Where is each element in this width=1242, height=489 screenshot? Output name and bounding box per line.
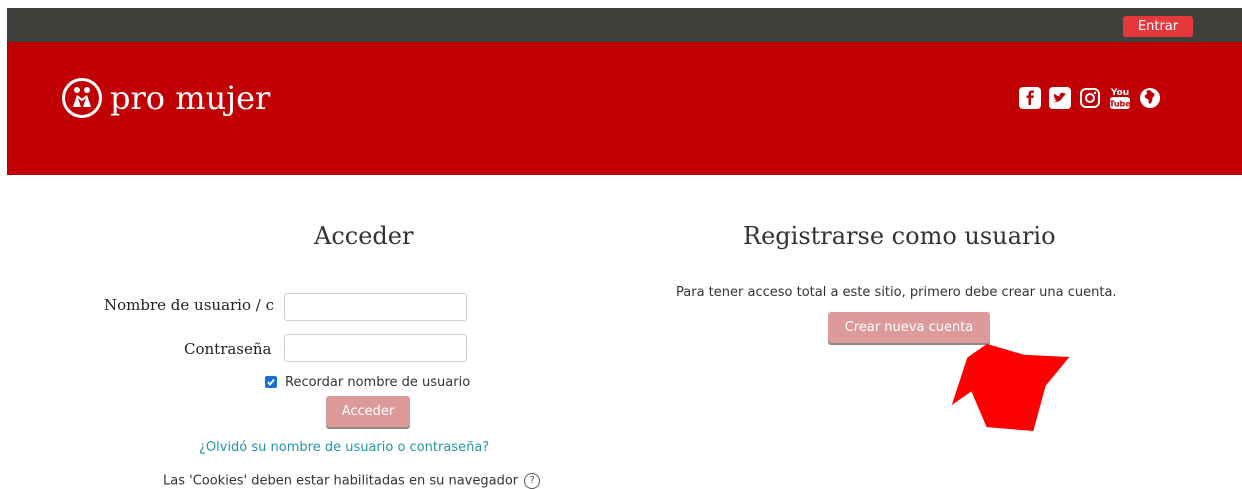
password-label: Contraseña [184,340,272,358]
signup-description: Para tener acceso total a este sitio, pr… [676,285,1117,300]
cookies-note-text: Las 'Cookies' deben estar habilitadas en… [163,473,519,489]
top-navbar [7,8,1242,42]
youtube-icon-text-bottom: Tube [1109,100,1131,109]
remember-username-label[interactable]: Recordar nombre de usuario [285,375,470,390]
forgot-password-link[interactable]: ¿Olvidó su nombre de usuario o contraseñ… [199,440,489,455]
brand-name[interactable]: pro mujer [110,78,270,118]
password-input[interactable] [284,334,467,362]
check-icon [267,378,275,386]
social-links: You Tube [1018,86,1162,110]
page-margin [0,0,7,489]
youtube-icon[interactable]: You Tube [1108,86,1132,110]
globe-icon[interactable] [1138,86,1162,110]
username-input[interactable] [284,293,467,321]
facebook-icon[interactable] [1018,86,1042,110]
annotation-arrow-icon [951,343,1070,432]
signup-title: Registrarse como usuario [743,222,1056,250]
instagram-icon[interactable] [1078,86,1102,110]
youtube-icon-text-top: You [1110,88,1129,98]
twitter-icon[interactable] [1048,86,1072,110]
help-icon[interactable]: ? [524,473,541,489]
login-button[interactable]: Entrar [1123,16,1193,37]
username-label: Nombre de usuario / c [104,296,274,314]
login-submit-button[interactable]: Acceder [326,396,410,427]
login-title: Acceder [314,222,414,250]
remember-username-checkbox[interactable] [265,376,277,388]
cookies-note: Las 'Cookies' deben estar habilitadas en… [163,473,541,489]
logo-icon[interactable] [62,78,102,118]
